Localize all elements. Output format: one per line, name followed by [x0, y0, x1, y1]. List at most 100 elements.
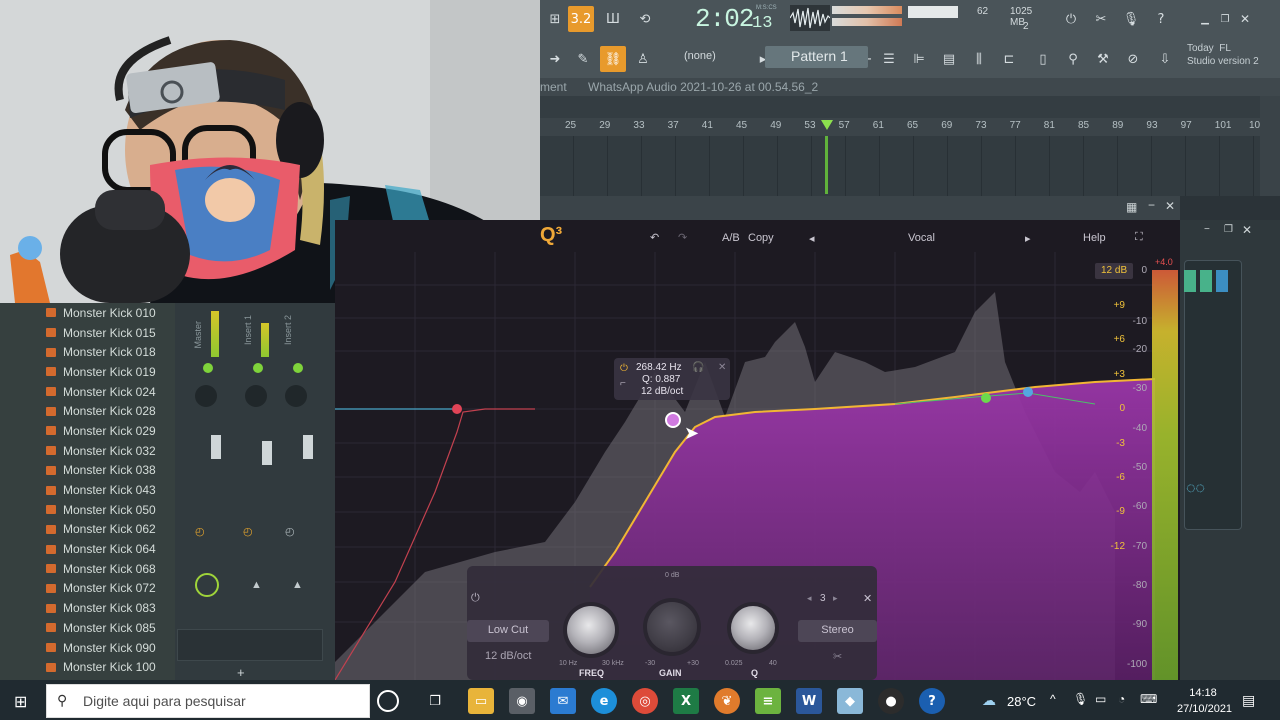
link-icon[interactable]: ⛓ — [600, 46, 626, 72]
browser-item[interactable]: Monster Kick 083 — [0, 598, 175, 618]
fullscreen-icon[interactable]: ⛶ — [1135, 231, 1143, 244]
browser-item[interactable]: Monster Kick 024 — [0, 382, 175, 402]
metronome-icon[interactable]: ♙ — [630, 46, 656, 72]
panel-maximize-icon[interactable]: ❐ — [1224, 224, 1233, 235]
microphone-icon[interactable]: 🎙 — [1118, 6, 1144, 32]
plugin-close-icon[interactable]: ✕ — [1165, 199, 1175, 213]
timeline-ruler[interactable]: 25 29 33 37 41 45 49 53 57 61 65 69 73 77 81 85 89 93 97 10… — [540, 118, 1260, 136]
power-icon[interactable]: ⏻ — [1058, 6, 1084, 32]
browser-item[interactable]: Monster Kick 032 — [0, 441, 175, 461]
browser-item[interactable]: Monster Kick 029 — [0, 421, 175, 441]
tray-mic-icon[interactable]: 🎙 — [1073, 692, 1088, 706]
tooltip-close-icon[interactable]: ✕ — [718, 362, 726, 374]
q-knob[interactable] — [731, 606, 775, 650]
obs-icon[interactable]: ● — [878, 688, 904, 714]
app-icon[interactable]: ◆ — [837, 688, 863, 714]
browser-icon[interactable]: ⊏ — [996, 46, 1022, 72]
band-1-handle[interactable] — [452, 404, 462, 414]
mixer-icon[interactable]: ⫼ — [966, 46, 992, 72]
tempo-button[interactable]: 3.2 — [568, 6, 594, 32]
browser-item[interactable]: Monster Kick 018 — [0, 342, 175, 362]
filter-shape-button[interactable]: Low Cut — [467, 620, 549, 642]
piano-roll-icon[interactable]: ☰ — [876, 46, 902, 72]
pattern-selector-none[interactable]: (none) — [680, 47, 740, 67]
insert1-clock-icon[interactable]: ◴ — [243, 525, 253, 538]
insert1-enable-led[interactable] — [253, 363, 263, 373]
file-icon[interactable]: ▯ — [1030, 46, 1056, 72]
playhead-marker-icon[interactable] — [821, 120, 833, 130]
tray-wifi-icon[interactable]: ◔ — [1118, 692, 1125, 706]
insert1-pan-knob[interactable] — [245, 385, 267, 407]
insert1-route-arrow-icon[interactable]: ▲ — [251, 579, 262, 591]
weather-temperature[interactable]: 28°C — [1007, 694, 1036, 709]
browser-item[interactable]: Monster Kick 043 — [0, 480, 175, 500]
word-icon[interactable]: W — [796, 688, 822, 714]
plugin-menu-icon[interactable]: ▦ — [1126, 200, 1137, 214]
tools-icon[interactable]: ⚒ — [1090, 46, 1116, 72]
loop-icon[interactable]: ⟲ — [632, 6, 658, 32]
browser-item[interactable]: Monster Kick 019 — [0, 362, 175, 382]
insert2-fader[interactable] — [303, 435, 313, 459]
add-insert-icon[interactable]: + — [237, 665, 245, 680]
slope-selector[interactable]: 12 dB/oct — [485, 650, 531, 662]
prev-preset-icon[interactable]: ◂ — [809, 232, 815, 245]
insert2-enable-led[interactable] — [293, 363, 303, 373]
next-preset-icon[interactable]: ▸ — [1025, 232, 1031, 245]
browser-item[interactable]: Monster Kick 038 — [0, 461, 175, 481]
download-icon[interactable]: ⇩ — [1152, 46, 1178, 72]
master-fader[interactable] — [211, 435, 221, 459]
browser-item[interactable]: Monster Kick 050 — [0, 500, 175, 520]
taskbar-search[interactable]: ⚲ Digite aqui para pesquisar — [46, 684, 370, 718]
stereo-mode-button[interactable]: Stereo — [798, 620, 877, 642]
band-shape-icon[interactable]: ⌐ — [620, 378, 626, 390]
copy-button[interactable]: Copy — [748, 232, 774, 244]
mute-icon[interactable]: ⊘ — [1120, 46, 1146, 72]
browser-item[interactable]: Monster Kick 072 — [0, 579, 175, 599]
browser-item[interactable]: Monster Kick 062 — [0, 520, 175, 540]
band-4-handle[interactable] — [981, 393, 991, 403]
tray-chevron-icon[interactable]: ^ — [1050, 692, 1056, 706]
maximize-icon[interactable]: ❐ — [1216, 6, 1234, 32]
minimize-icon[interactable]: ▁ — [1196, 6, 1214, 32]
master-enable-led[interactable] — [203, 363, 213, 373]
headphones-icon[interactable]: 🎧 — [692, 362, 704, 374]
insert2-pan-knob[interactable] — [285, 385, 307, 407]
plugin-icon[interactable]: ⚲ — [1060, 46, 1086, 72]
playlist-icon[interactable]: ⊫ — [906, 46, 932, 72]
channel-rack-icon[interactable]: ▤ — [936, 46, 962, 72]
panel-close-icon[interactable]: ✕ — [1242, 223, 1252, 237]
today-news-panel[interactable]: Today FL Studio version 2 — [1187, 42, 1259, 68]
windows-start-icon[interactable]: ⊞ — [14, 692, 27, 712]
insert1-fader[interactable] — [262, 441, 272, 465]
next-band-icon[interactable]: ▸ — [833, 593, 838, 604]
browser-item[interactable]: Monster Kick 100 — [0, 657, 175, 677]
fl-studio-icon[interactable]: ❦ — [714, 688, 740, 714]
camera-icon[interactable]: ◉ — [509, 688, 535, 714]
preset-name[interactable]: Vocal — [908, 232, 935, 244]
channel-knob-icon[interactable]: ◌◌ — [1186, 480, 1205, 498]
task-view-icon[interactable]: ❐ — [422, 688, 448, 714]
excel-icon[interactable]: X — [673, 688, 699, 714]
help-button[interactable]: Help — [1083, 232, 1106, 244]
freq-knob[interactable] — [567, 606, 615, 654]
close-icon[interactable]: ✕ — [1236, 6, 1254, 32]
weather-icon[interactable]: ☁ — [982, 692, 996, 709]
file-explorer-icon[interactable]: ▭ — [468, 688, 494, 714]
mail-icon[interactable]: ✉ — [550, 688, 576, 714]
mixer-slot[interactable] — [177, 629, 323, 661]
scissors-icon[interactable]: ✂ — [833, 650, 842, 663]
power-icon[interactable]: ⏻ — [620, 363, 628, 375]
playlist-vertical-scrollbar[interactable] — [1260, 96, 1280, 196]
band-5-handle[interactable] — [1023, 387, 1033, 397]
winrar-icon[interactable]: ≡ — [755, 688, 781, 714]
browser-item[interactable]: Monster Kick 085 — [0, 618, 175, 638]
plugin-minimize-icon[interactable]: − — [1148, 198, 1155, 212]
taskbar-clock[interactable]: 14:18 27/10/2021 — [1177, 685, 1232, 717]
band-3-handle[interactable] — [665, 412, 681, 428]
cut-icon[interactable]: ✂ — [1088, 6, 1114, 32]
insert2-route-arrow-icon[interactable]: ▲ — [292, 579, 303, 591]
snap-icon[interactable]: ⊞ — [542, 6, 568, 32]
ab-button[interactable]: A/B — [722, 232, 740, 244]
browser-item[interactable]: Monster Kick 090 — [0, 638, 175, 658]
edge-icon[interactable]: e — [591, 688, 617, 714]
